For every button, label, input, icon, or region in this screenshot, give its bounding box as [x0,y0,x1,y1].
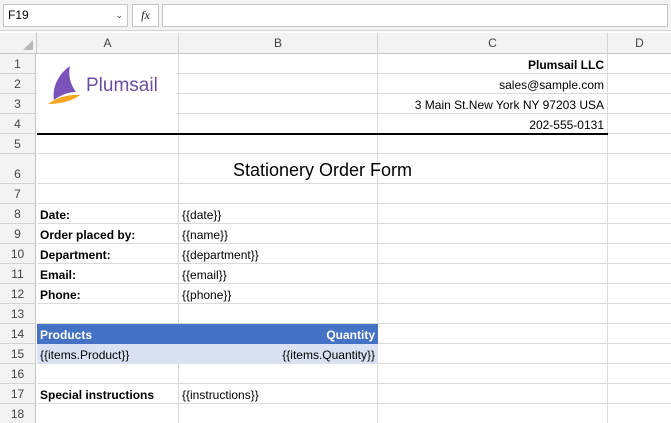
company-name[interactable]: Plumsail LLC [378,54,607,74]
row-header-1[interactable]: 1 [0,54,36,74]
formula-input[interactable] [162,4,668,27]
row-header-17[interactable]: 17 [0,384,36,404]
row-header-11[interactable]: 11 [0,264,36,284]
column-header-b[interactable]: B [179,33,378,54]
row-header-2[interactable]: 2 [0,74,36,94]
column-header-a[interactable]: A [37,33,179,54]
row-header-18[interactable]: 18 [0,404,36,423]
row-header-10[interactable]: 10 [0,244,36,264]
column-header-d[interactable]: D [608,33,671,54]
chevron-down-icon[interactable]: ⌄ [115,5,123,26]
row-header-4[interactable]: 4 [0,114,36,134]
email-value[interactable]: {{email}} [179,264,377,284]
date-value[interactable]: {{date}} [179,204,377,224]
special-instructions-value[interactable]: {{instructions}} [179,384,377,404]
company-address[interactable]: 3 Main St.New York NY 97203 USA [378,94,607,114]
products-header[interactable]: Products [37,324,178,344]
row-header-14[interactable]: 14 [0,324,36,344]
insert-function-button[interactable]: fx [132,4,159,27]
row-header-13[interactable]: 13 [0,304,36,324]
quantity-header[interactable]: Quantity [179,324,378,344]
order-placed-by-label[interactable]: Order placed by: [37,224,178,244]
email-label[interactable]: Email: [37,264,178,284]
row-header-12[interactable]: 12 [0,284,36,304]
column-header-c[interactable]: C [378,33,608,54]
fx-icon: fx [141,8,150,22]
row-header-9[interactable]: 9 [0,224,36,244]
plumsail-sail-icon [48,66,80,104]
phone-label[interactable]: Phone: [37,284,178,304]
phone-value[interactable]: {{phone}} [179,284,377,304]
row-header-16[interactable]: 16 [0,364,36,384]
row-header-5[interactable]: 5 [0,134,36,154]
row-header-15[interactable]: 15 [0,344,36,364]
name-box-value: F19 [8,8,29,22]
department-label[interactable]: Department: [37,244,178,264]
row-header-8[interactable]: 8 [0,204,36,224]
department-value[interactable]: {{department}} [179,244,377,264]
company-logo: Plumsail [38,56,176,116]
name-box[interactable]: F19 ⌄ [3,4,128,27]
product-cell[interactable]: {{items.Product}} [37,344,197,364]
row-header-6[interactable]: 6 [0,154,36,184]
select-all-button[interactable] [0,33,37,54]
quantity-cell[interactable]: {{items.Quantity}} [179,344,378,364]
company-phone[interactable]: 202-555-0131 [378,114,607,134]
row-header-7[interactable]: 7 [0,184,36,204]
logo-wordmark: Plumsail [86,75,158,96]
company-email[interactable]: sales@sample.com [378,74,607,94]
page-title[interactable]: Stationery Order Form [37,154,608,184]
row-header-3[interactable]: 3 [0,94,36,114]
special-instructions-label[interactable]: Special instructions [37,384,178,404]
order-placed-by-value[interactable]: {{name}} [179,224,377,244]
date-label[interactable]: Date: [37,204,178,224]
